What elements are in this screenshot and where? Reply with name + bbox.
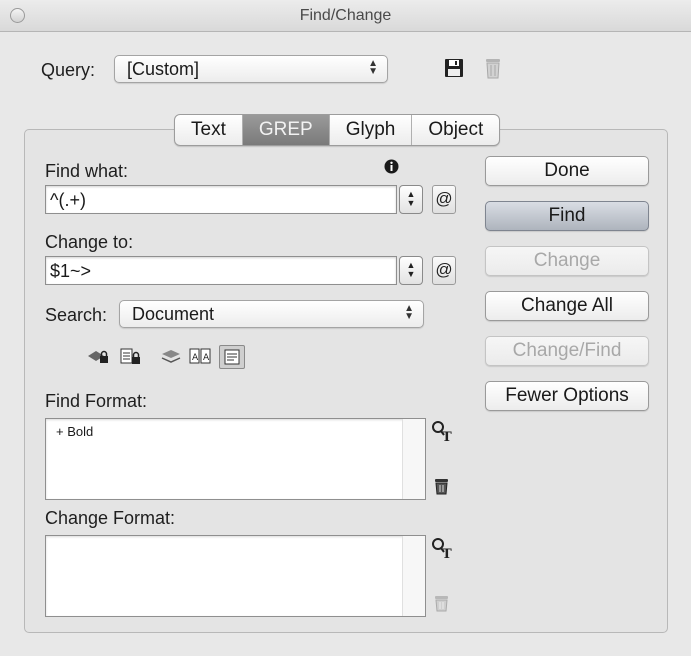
floppy-disk-icon (445, 59, 463, 77)
tab-object[interactable]: Object (412, 115, 499, 145)
select-arrows-icon: ▲ ▼ (404, 303, 414, 322)
search-scope-value: Document (132, 304, 215, 324)
clear-change-format-button[interactable] (432, 594, 450, 612)
change-format-scrollbar[interactable] (402, 536, 425, 616)
footnotes-icon (224, 349, 240, 365)
title-bar: Find/Change (0, 0, 691, 32)
info-button[interactable] (383, 158, 399, 174)
svg-text:A: A (192, 353, 199, 363)
tab-text[interactable]: Text (175, 115, 243, 145)
tab-glyph[interactable]: Glyph (330, 115, 413, 145)
include-master-pages-toggle[interactable]: A A (188, 345, 212, 367)
search-label: Search: (45, 305, 108, 325)
change-format-box[interactable] (45, 535, 426, 617)
format-search-icon: T (432, 538, 452, 559)
svg-text:A: A (203, 353, 210, 363)
info-icon (384, 159, 398, 173)
search-scope-select[interactable]: Document ▲ ▼ (119, 300, 424, 328)
locked-stories-icon (120, 348, 140, 364)
svg-text:T: T (442, 547, 452, 559)
window-title: Find/Change (299, 7, 392, 24)
change-to-input[interactable]: $1~> (45, 256, 397, 285)
find-button[interactable]: Find (485, 201, 649, 231)
svg-text:T: T (442, 430, 452, 442)
include-locked-layers-toggle[interactable] (86, 345, 110, 367)
trash-icon (434, 478, 448, 494)
change-to-label: Change to: (45, 232, 134, 252)
save-query-button[interactable] (442, 56, 466, 80)
include-locked-stories-toggle[interactable] (118, 345, 142, 367)
hidden-layers-icon (161, 350, 181, 363)
done-button[interactable]: Done (485, 156, 649, 186)
specify-change-format-button[interactable]: T (431, 537, 453, 559)
find-format-scrollbar[interactable] (402, 419, 425, 499)
locked-layers-icon (88, 350, 108, 363)
find-what-label: Find what: (45, 161, 129, 181)
trash-icon (434, 595, 448, 611)
select-arrows-icon: ▲ ▼ (368, 58, 378, 77)
fewer-options-button[interactable]: Fewer Options (485, 381, 649, 411)
format-search-icon: T (432, 421, 452, 442)
at-sign-icon: @ (435, 189, 453, 208)
change-format-label: Change Format: (45, 508, 176, 528)
clear-find-format-button[interactable] (432, 477, 450, 495)
find-what-history-dropdown[interactable]: ▲ ▼ (399, 185, 423, 214)
change-special-chars-button[interactable]: @ (432, 256, 456, 285)
master-pages-icon: A A (189, 348, 211, 364)
query-value: [Custom] (127, 59, 200, 79)
find-format-label: Find Format: (45, 391, 148, 411)
query-select[interactable]: [Custom] ▲ ▼ (114, 55, 388, 83)
at-sign-icon: @ (435, 260, 453, 279)
find-format-value: + Bold (56, 424, 94, 439)
include-hidden-layers-toggle[interactable] (159, 345, 183, 367)
specify-find-format-button[interactable]: T (431, 420, 453, 442)
include-footnotes-toggle[interactable] (219, 345, 245, 369)
change-all-button[interactable]: Change All (485, 291, 649, 321)
find-what-input[interactable]: ^(.+) (45, 185, 397, 214)
change-to-history-dropdown[interactable]: ▲ ▼ (399, 256, 423, 285)
search-mode-tabs: Text GREP Glyph Object (174, 114, 501, 146)
query-label: Query: (41, 60, 96, 80)
change-find-button[interactable]: Change/Find (485, 336, 649, 366)
change-button[interactable]: Change (485, 246, 649, 276)
find-format-box[interactable]: + Bold (45, 418, 426, 500)
trash-icon (486, 59, 500, 79)
find-special-chars-button[interactable]: @ (432, 185, 456, 214)
tab-grep[interactable]: GREP (242, 115, 330, 145)
delete-query-button[interactable] (481, 56, 505, 80)
